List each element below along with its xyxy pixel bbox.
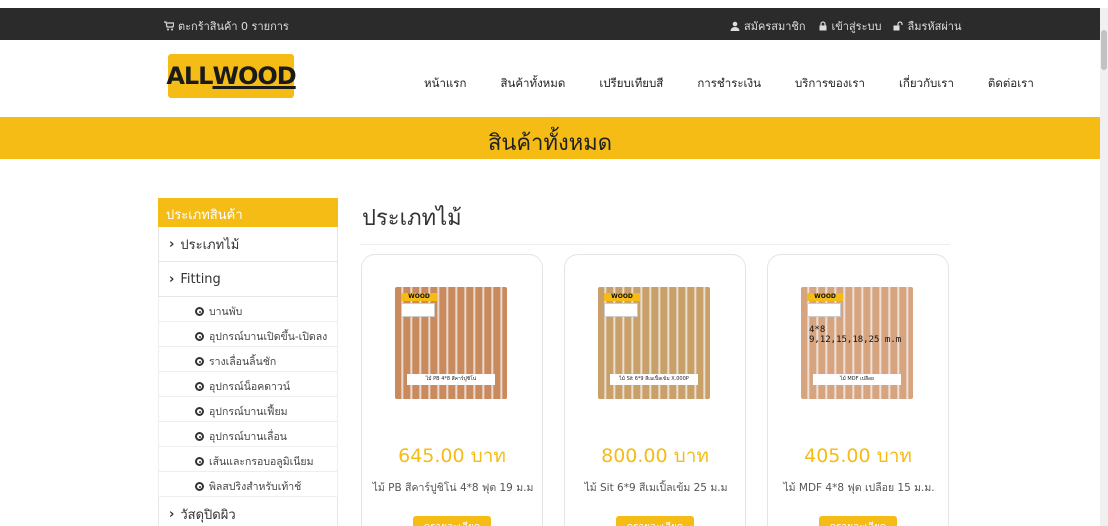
forgot-password-link[interactable]: ลืมรหัสผ่าน	[893, 17, 961, 35]
sidebar-subitem-label: บานพับ	[209, 306, 243, 318]
main-nav: หน้าแรก สินค้าทั้งหมด เปรียบเทียบสี การช…	[424, 75, 1068, 93]
chevron-right-icon: ›	[169, 506, 175, 522]
sidebar-item-surface-materials[interactable]: › วัสดุปิดผิว	[158, 497, 338, 526]
handwritten-thickness: 9,12,15,18,25 m.m	[809, 335, 902, 345]
circle-dot-icon	[195, 382, 204, 391]
sidebar-subitem-hinges[interactable]: บานพับ	[158, 297, 338, 322]
account-links: สมัครสมาชิก เข้าสู่ระบบ ลืมรหัสผ่าน	[730, 17, 961, 35]
user-icon	[730, 21, 740, 31]
nav-payment[interactable]: การชำระเงิน	[697, 75, 761, 93]
product-card[interactable]: WOOD ไม้ PB 4*8 สีคาร์ปูชิโน่ 645.00 บาท…	[361, 254, 543, 526]
nav-about[interactable]: เกี่ยวกับเรา	[899, 75, 954, 93]
sidebar-subitem-label: อุปกรณ์บานเฟี้ยม	[209, 406, 288, 418]
sidebar-subitem-lift-up[interactable]: อุปกรณ์บานเปิดขึ้น-เปิดลง	[158, 322, 338, 347]
sidebar-subitem-drawer-slides[interactable]: รางเลื่อนลิ้นชัก	[158, 347, 338, 372]
sidebar-item-label: Fitting	[180, 271, 221, 287]
circle-dot-icon	[195, 307, 204, 316]
view-details-button[interactable]: ดูรายละเอียด	[616, 516, 694, 526]
product-price: 800.00 บาท	[601, 445, 709, 467]
sidebar-item-wood-types[interactable]: › ประเภทไม้	[158, 227, 338, 262]
circle-dot-icon	[195, 482, 204, 491]
product-name[interactable]: ไม้ PB สีคาร์ปูชิโน่ 4*8 ฟุต 19 ม.ม	[372, 481, 534, 496]
circle-dot-icon	[195, 432, 204, 441]
logo-text-all: ALL	[166, 62, 213, 90]
nav-compare-colors[interactable]: เปรียบเทียบสี	[599, 75, 663, 93]
chevron-right-icon: ›	[169, 236, 175, 252]
circle-dot-icon	[195, 457, 204, 466]
qr-sticker	[604, 303, 638, 317]
register-link[interactable]: สมัครสมาชิก	[730, 17, 806, 35]
sidebar-subitem-knockdown[interactable]: อุปกรณ์น็อคดาวน์	[158, 372, 338, 397]
product-price: 405.00 บาท	[804, 445, 912, 467]
product-name[interactable]: ไม้ MDF 4*8 ฟุต เปลือย 15 ม.ม.	[778, 481, 940, 496]
sidebar-subitem-aluminium[interactable]: เส้นและกรอบอลูมิเนียม	[158, 447, 338, 472]
cart-label: ตะกร้าสินค้า 0 รายการ	[178, 20, 289, 33]
sidebar-subitem-label: เส้นและกรอบอลูมิเนียม	[209, 456, 314, 468]
product-image[interactable]: WOOD ไม้ Sit 6*9 สีเมเปิ้ลเข้ม X.000P	[598, 287, 710, 399]
page-scrollbar[interactable]	[1100, 8, 1108, 526]
circle-dot-icon	[195, 332, 204, 341]
register-label: สมัครสมาชิก	[744, 20, 806, 33]
login-link[interactable]: เข้าสู่ระบบ	[818, 17, 882, 35]
page-banner: สินค้าทั้งหมด	[0, 117, 1100, 159]
sidebar-subitem-folding-door[interactable]: อุปกรณ์บานเฟี้ยม	[158, 397, 338, 422]
allwood-logo[interactable]: ALL WOOD	[166, 54, 297, 98]
lock-icon	[819, 21, 826, 31]
handwritten-note: 4*8 9,12,15,18,25 m.m	[809, 325, 901, 345]
sidebar-item-label: วัสดุปิดผิว	[180, 507, 236, 523]
circle-dot-icon	[195, 357, 204, 366]
product-image-label: ไม้ Sit 6*9 สีเมเปิ้ลเข้ม X.000P	[610, 374, 698, 385]
sidebar-subitem-label: อุปกรณ์น็อคดาวน์	[209, 381, 291, 393]
chevron-right-icon: ›	[169, 271, 175, 287]
qr-sticker	[807, 303, 841, 317]
product-card[interactable]: WOOD ไม้ Sit 6*9 สีเมเปิ้ลเข้ม X.000P 80…	[564, 254, 746, 526]
section-title: ประเภทไม้	[362, 206, 462, 231]
top-bar: ตะกร้าสินค้า 0 รายการ สมัครสมาชิก เข้าสู…	[0, 8, 1100, 40]
circle-dot-icon	[195, 407, 204, 416]
product-card[interactable]: WOOD 4*8 9,12,15,18,25 m.m ไม้ MDF เปลือย…	[767, 254, 949, 526]
product-image[interactable]: WOOD ไม้ PB 4*8 สีคาร์ปูชิโน่	[395, 287, 507, 399]
sidebar-subitem-label: อุปกรณ์บานเปิดขึ้น-เปิดลง	[209, 331, 328, 343]
page-title: สินค้าทั้งหมด	[487, 131, 613, 156]
sidebar-item-label: ประเภทไม้	[180, 237, 240, 253]
allwood-tag-logo: WOOD	[401, 293, 437, 301]
product-image[interactable]: WOOD 4*8 9,12,15,18,25 m.m ไม้ MDF เปลือย	[801, 287, 913, 399]
nav-contact[interactable]: ติดต่อเรา	[988, 75, 1034, 93]
view-details-button[interactable]: ดูรายละเอียด	[819, 516, 897, 526]
section-divider	[360, 244, 950, 245]
nav-all-products[interactable]: สินค้าทั้งหมด	[500, 75, 565, 93]
sidebar-subitem-label: อุปกรณ์บานเลื่อน	[209, 431, 287, 443]
category-sidebar: ประเภทสินค้า › ประเภทไม้ › Fitting บานพั…	[158, 198, 338, 526]
product-image-label: ไม้ PB 4*8 สีคาร์ปูชิโน่	[407, 374, 495, 385]
logo-text-wood: WOOD	[212, 62, 296, 90]
handwritten-size: 4*8	[809, 325, 826, 335]
allwood-tag-logo: WOOD	[807, 293, 843, 301]
nav-services[interactable]: บริการของเรา	[795, 75, 865, 93]
sidebar-header: ประเภทสินค้า	[158, 198, 338, 227]
product-image-label: ไม้ MDF เปลือย	[813, 374, 901, 385]
sidebar-subitem-label: พิลสปริงสำหรับเท้าช้	[209, 481, 302, 493]
qr-sticker	[401, 303, 435, 317]
sidebar-subitem-sliding-door[interactable]: อุปกรณ์บานเลื่อน	[158, 422, 338, 447]
sidebar-subitem-spring-pin[interactable]: พิลสปริงสำหรับเท้าช้	[158, 472, 338, 497]
login-label: เข้าสู่ระบบ	[831, 20, 882, 33]
unlock-icon	[893, 21, 904, 31]
sidebar-subitem-label: รางเลื่อนลิ้นชัก	[209, 356, 277, 368]
sidebar-item-fitting[interactable]: › Fitting	[158, 262, 338, 297]
cart-icon	[164, 21, 174, 31]
allwood-tag-logo: WOOD	[604, 293, 640, 301]
nav-home[interactable]: หน้าแรก	[424, 75, 466, 93]
product-name[interactable]: ไม้ Sit 6*9 สีเมเปิ้ลเข้ม 25 ม.ม	[575, 481, 737, 496]
cart-link[interactable]: ตะกร้าสินค้า 0 รายการ	[164, 17, 289, 35]
scrollbar-thumb[interactable]	[1101, 30, 1107, 70]
view-details-button[interactable]: ดูรายละเอียด	[413, 516, 491, 526]
product-price: 645.00 บาท	[398, 445, 506, 467]
forgot-password-label: ลืมรหัสผ่าน	[907, 20, 962, 33]
